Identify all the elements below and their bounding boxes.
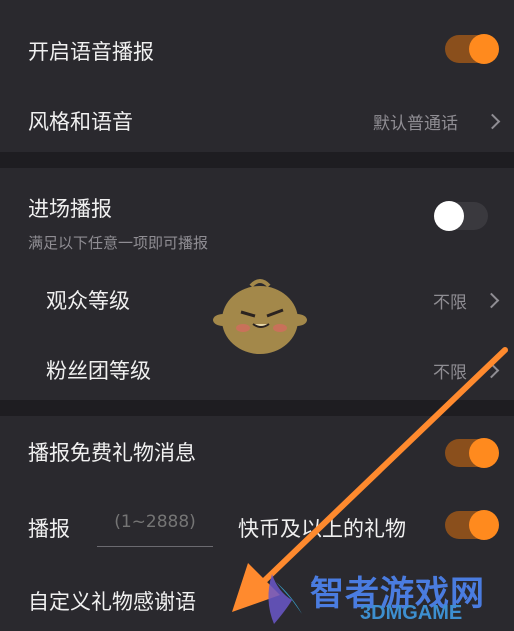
section-divider (0, 152, 514, 168)
chevron-right-icon (483, 362, 500, 379)
mascot-sticker-icon (213, 279, 307, 354)
chevron-right-icon (483, 292, 500, 309)
chevron-right-icon (484, 113, 501, 130)
audience-level-value: 不限 (433, 293, 467, 313)
toggle-knob (469, 34, 499, 64)
custom-thanks-label: 自定义礼物感谢语 (28, 590, 196, 614)
fan-club-level-label: 粉丝团等级 (46, 359, 151, 383)
toggle-knob (434, 201, 464, 231)
style-voice-label: 风格和语音 (28, 110, 133, 134)
free-gift-broadcast-toggle[interactable] (445, 438, 499, 468)
fan-club-level-value: 不限 (433, 363, 467, 383)
gift-threshold-suffix: 快币及以上的礼物 (238, 517, 406, 541)
entry-broadcast-label: 进场播报 (28, 197, 112, 221)
section-divider (0, 400, 514, 416)
entry-broadcast-subtitle: 满足以下任意一项即可播报 (28, 234, 209, 252)
toggle-knob (469, 510, 499, 540)
voice-broadcast-label: 开启语音播报 (28, 40, 154, 64)
watermark-subtext: 3DMGAME (360, 602, 463, 624)
gift-threshold-prefix: 播报 (28, 517, 70, 541)
toggle-knob (469, 438, 499, 468)
voice-broadcast-toggle[interactable] (445, 34, 499, 64)
free-gift-broadcast-label: 播报免费礼物消息 (28, 441, 196, 465)
style-voice-value: 默认普通话 (373, 114, 458, 134)
gift-threshold-input[interactable] (97, 512, 213, 532)
gift-threshold-toggle[interactable] (445, 510, 499, 540)
audience-level-label: 观众等级 (46, 289, 130, 313)
style-voice-row[interactable]: 风格和语音 默认普通话 (0, 96, 514, 144)
entry-broadcast-toggle[interactable] (434, 201, 488, 231)
watermark-logo-icon (268, 574, 302, 624)
gift-threshold-input-wrap (97, 512, 213, 547)
